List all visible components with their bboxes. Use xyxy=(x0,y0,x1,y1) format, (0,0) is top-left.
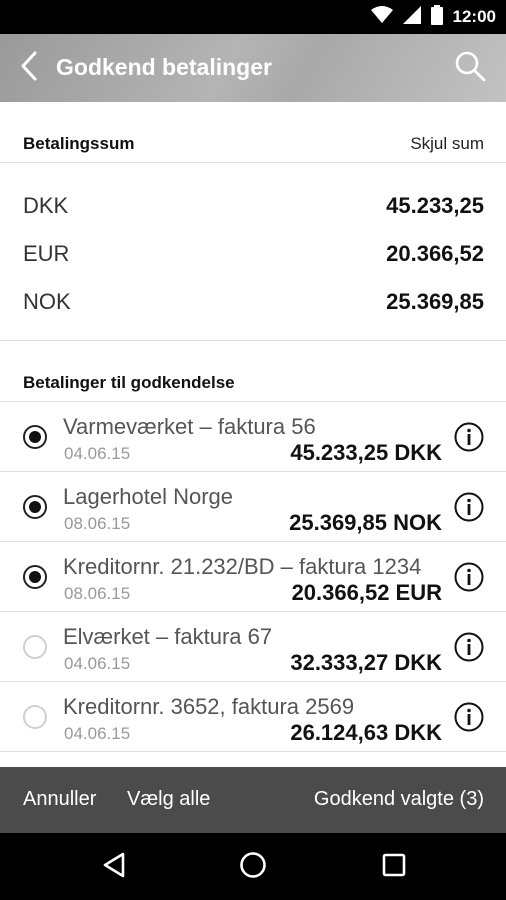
app-bar: Godkend betalinger xyxy=(0,34,506,102)
sum-currency: NOK xyxy=(23,289,71,314)
payment-amount: 25.369,85 NOK xyxy=(289,510,442,535)
triangle-back-icon xyxy=(102,852,126,883)
nav-recents-button[interactable] xyxy=(378,851,410,883)
sum-amount: 45.233,25 xyxy=(386,193,484,218)
search-button[interactable] xyxy=(452,50,488,86)
sum-row-nok: NOK 25.369,85 xyxy=(0,277,506,325)
back-button[interactable] xyxy=(14,50,44,86)
circle-home-icon xyxy=(239,851,267,884)
navigation-bar xyxy=(0,833,506,900)
payment-row[interactable]: Varmeværket – faktura 56 04.06.15 45.233… xyxy=(0,402,506,472)
page-title: Godkend betalinger xyxy=(56,54,272,80)
payments-section-header: Betalinger til godkendelse xyxy=(0,362,506,402)
wifi-icon xyxy=(370,5,393,29)
sum-section-header: Betalingssum Skjul sum xyxy=(0,123,506,163)
payment-amount: 26.124,63 DKK xyxy=(290,720,442,745)
info-icon[interactable] xyxy=(454,562,484,592)
payment-amount: 32.333,27 DKK xyxy=(290,650,442,675)
nav-back-button[interactable] xyxy=(98,851,130,883)
sum-row-dkk: DKK 45.233,25 xyxy=(0,181,506,229)
sum-section-title: Betalingssum xyxy=(23,134,135,153)
payment-name: Lagerhotel Norge xyxy=(63,484,234,509)
payment-date: 04.06.15 xyxy=(64,724,131,743)
payment-row[interactable]: Kreditornr. 21.232/BD – faktura 1234 08.… xyxy=(0,542,506,612)
payment-row[interactable]: Elværket – faktura 67 04.06.15 32.333,27… xyxy=(0,612,506,682)
payment-date: 04.06.15 xyxy=(64,654,131,673)
info-icon[interactable] xyxy=(454,492,484,522)
square-recents-icon xyxy=(382,853,406,882)
search-icon xyxy=(454,50,486,87)
payment-name: Kreditornr. 3652, faktura 2569 xyxy=(63,694,355,719)
info-icon[interactable] xyxy=(454,422,484,452)
payment-radio[interactable] xyxy=(23,495,47,519)
sum-row-eur: EUR 20.366,52 xyxy=(0,229,506,277)
status-icons: 12:00 xyxy=(370,0,496,34)
status-time: 12:00 xyxy=(452,7,496,26)
info-icon[interactable] xyxy=(454,702,484,732)
payment-amount: 20.366,52 EUR xyxy=(291,580,442,605)
approve-selected-button[interactable]: Godkend valgte (3) xyxy=(314,788,484,811)
section-divider xyxy=(0,340,506,341)
signal-icon xyxy=(402,5,421,29)
payment-radio[interactable] xyxy=(23,635,47,659)
payment-amount: 45.233,25 DKK xyxy=(290,440,442,465)
nav-home-button[interactable] xyxy=(237,851,269,883)
payment-name: Kreditornr. 21.232/BD – faktura 1234 xyxy=(63,554,422,579)
payment-row[interactable]: Lagerhotel Norge 08.06.15 25.369,85 NOK xyxy=(0,472,506,542)
hide-sum-button[interactable]: Skjul sum xyxy=(410,134,484,154)
sum-amount: 20.366,52 xyxy=(386,241,484,266)
cancel-button[interactable]: Annuller xyxy=(23,788,96,811)
sum-amount: 25.369,85 xyxy=(386,289,484,314)
payment-radio[interactable] xyxy=(23,705,47,729)
payment-name: Varmeværket – faktura 56 xyxy=(63,414,316,439)
action-bar: Annuller Vælg alle Godkend valgte (3) xyxy=(0,767,506,833)
payment-date: 08.06.15 xyxy=(64,584,131,603)
payment-row[interactable]: Kreditornr. 3652, faktura 2569 04.06.15 … xyxy=(0,682,506,752)
payment-date: 04.06.15 xyxy=(64,444,131,463)
payment-date: 08.06.15 xyxy=(64,514,131,533)
info-icon[interactable] xyxy=(454,632,484,662)
payment-radio[interactable] xyxy=(23,425,47,449)
payment-radio[interactable] xyxy=(23,565,47,589)
chevron-left-icon xyxy=(20,51,38,86)
status-bar: 12:00 xyxy=(0,0,506,34)
battery-icon xyxy=(430,4,443,30)
sum-currency: EUR xyxy=(23,241,70,266)
select-all-button[interactable]: Vælg alle xyxy=(127,788,210,811)
sum-currency: DKK xyxy=(23,193,69,218)
payment-name: Elværket – faktura 67 xyxy=(63,624,273,649)
payments-section-title: Betalinger til godkendelse xyxy=(23,373,235,392)
